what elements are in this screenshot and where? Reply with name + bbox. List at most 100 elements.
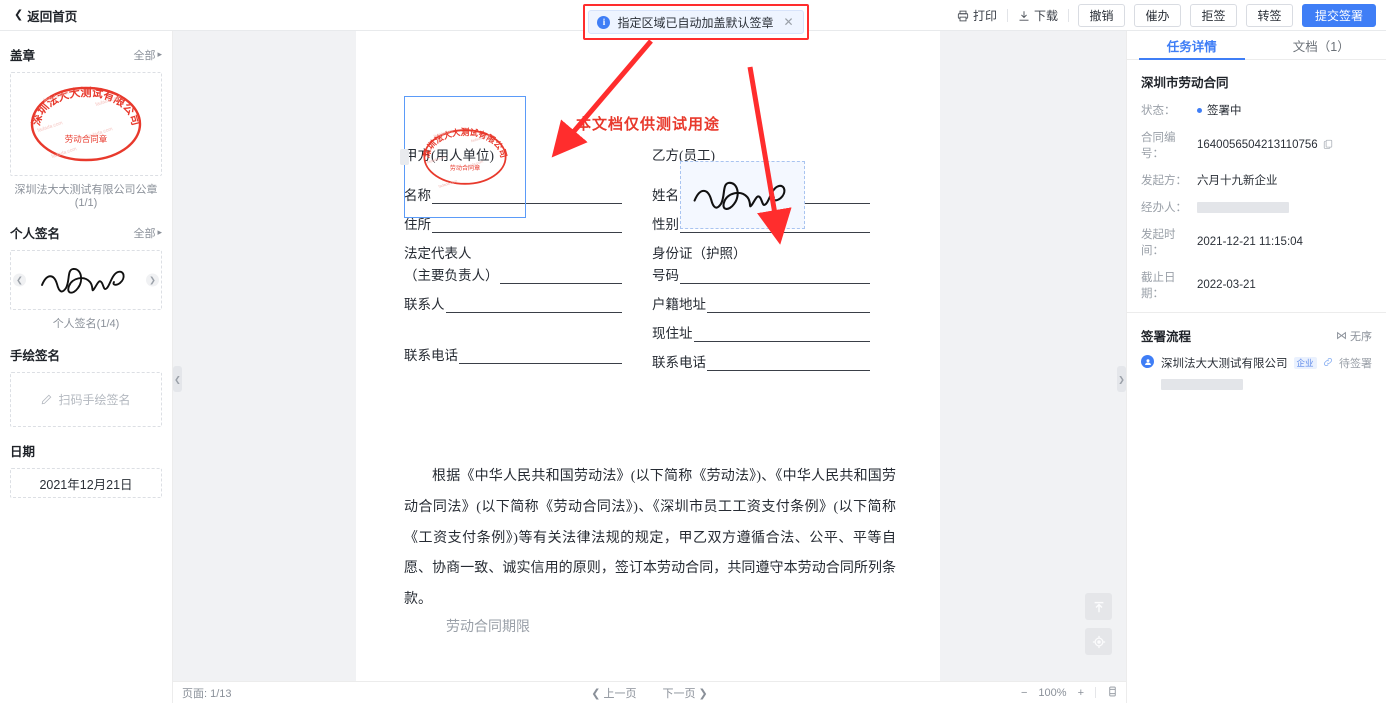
seal-view-all-link[interactable]: 全部 ▸ [133,47,162,63]
tab-task-detail[interactable]: 任务详情 [1127,31,1257,60]
date-section-title: 日期 [10,445,36,459]
detail-key: 状态： [1141,105,1176,117]
print-button[interactable]: 打印 [947,7,1007,24]
field-phone-b: 联系电话 [652,351,870,371]
download-icon [1018,10,1030,22]
signing-workspace: ❮ 返回首页 打印 下载 撤销 催办 拒签 转签 提交签署 i 指定区域已自动加… [0,0,1386,703]
zoom-out-button[interactable]: − [1021,687,1027,699]
stamp-sidebar: 盖章 全部 ▸ 深圳法大大测试有限公司 劳动合同章 fadada.com fad… [0,31,173,703]
seal-drop-zone[interactable]: 深圳法大大测试有限公司 劳动合同章 fadada.com fadada.com … [400,96,526,218]
field-idtype-b: 身份证（护照） [652,242,870,262]
redacted-block [1161,379,1243,390]
seal-section-header: 盖章 全部 ▸ [10,45,162,64]
signature-next-button[interactable]: ❯ [146,273,159,287]
signer-status: 待签署 [1339,358,1372,370]
copy-icon[interactable] [1323,139,1333,152]
submit-signature-button[interactable]: 提交签署 [1302,4,1376,27]
field-label: 现住址 [652,326,693,341]
field-underline [707,300,870,313]
redacted-block [1197,201,1289,213]
date-value-chip[interactable]: 2021年12月21日 [10,468,162,498]
signature-drop-zone[interactable] [680,161,805,229]
detail-row-operator: 经办人： [1141,199,1372,215]
reject-button[interactable]: 拒签 [1190,4,1237,27]
link-icon[interactable] [1323,354,1333,372]
collapse-left-handle[interactable]: ❮ [173,366,182,392]
deadline-value: 2022-03-21 [1197,279,1256,291]
zoom-in-button[interactable]: + [1078,687,1084,699]
svg-text:深圳法大大测试有限公司: 深圳法大大测试有限公司 [29,85,143,127]
detail-row-initiator: 发起方： 六月十九新企业 [1141,172,1372,188]
field-label: 姓名 [652,188,679,203]
start-time-value: 2021-12-21 11:15:04 [1197,236,1303,248]
party-a-column: 深圳法大大测试有限公司 劳动合同章 fadada.com fadada.com … [400,96,622,373]
signature-caption: 个人签名(1/4) [52,318,120,330]
signature-section-header: 个人签名 全部 ▸ [10,223,162,242]
scan-handdraw-signature-button[interactable]: 扫码手绘签名 [10,372,162,427]
urge-button[interactable]: 催办 [1134,4,1181,27]
close-icon[interactable]: ✕ [783,15,793,29]
chevron-right-icon: ▸ [157,49,162,59]
detail-key: 合同编号： [1141,132,1176,160]
download-button[interactable]: 下载 [1008,7,1068,24]
revoke-button[interactable]: 撤销 [1078,4,1125,27]
field-label: 法定代表人 [404,246,472,261]
contract-page: 本文档仅供测试用途 深圳法大大测试有限公司 劳动合同章 fadada.com f… [356,31,940,681]
field-label: 性别 [652,217,679,232]
signing-flow-header: 签署流程 ⋈ 无序 [1127,313,1386,354]
signer-name: 深圳法大大测试有限公司 [1161,358,1288,370]
seal-view-all-label: 全部 [133,49,156,62]
field-label: （主要负责人） [404,268,499,283]
next-page-label: 下一页 [662,687,696,700]
print-label: 打印 [972,9,997,23]
transfer-button[interactable]: 转签 [1246,4,1293,27]
contract-paragraph: 根据《中华人民共和国劳动法》(以下简称《劳动法》)、《中华人民共和国劳动合同法》… [404,469,896,608]
contract-title: 深圳市劳动合同 [1141,76,1229,90]
field-label: 联系人 [404,297,445,312]
floating-buttons [1085,593,1112,663]
chevron-left-icon: ❮ [14,8,24,21]
detail-row-start-time: 发起时间： 2021-12-21 11:15:04 [1141,226,1372,258]
detail-row-status: 状态： 签署中 [1141,102,1372,118]
next-page-button[interactable]: 下一页 ❯ [663,685,708,701]
signature-thumbnail[interactable]: ❮ ❯ [10,250,162,310]
signature-prev-button[interactable]: ❮ [13,273,26,287]
signing-order-label: 无序 [1350,330,1372,343]
field-registered-address-b: 户籍地址 [652,293,870,313]
placed-handwritten-signature [693,181,785,210]
avatar [1141,355,1154,368]
seal-drag-handle[interactable] [400,149,409,165]
field-current-address-b: 现住址 [652,322,870,342]
signing-flow-title: 签署流程 [1141,330,1192,344]
auto-seal-notice: i 指定区域已自动加盖默认签章 ✕ [588,10,804,34]
detail-panel-body: 深圳市劳动合同 状态： 签署中 合同编号： 164005650421311075… [1127,60,1386,301]
locate-signature-button[interactable] [1085,628,1112,655]
detail-key: 经办人： [1141,202,1187,214]
collapse-right-handle[interactable]: ❯ [1117,366,1126,392]
seal-thumbnail[interactable]: 深圳法大大测试有限公司 劳动合同章 fadada.com fadada.com … [10,72,162,176]
prev-page-label: 上一页 [603,687,637,700]
signer-secondary-line [1161,377,1339,395]
notice-highlight-box: i 指定区域已自动加盖默认签章 ✕ [583,4,809,40]
signing-flow-entry-line: 深圳法大大测试有限公司 企业 [1161,354,1339,372]
pencil-icon [41,394,52,405]
prev-page-button[interactable]: ❮ 上一页 [591,685,636,701]
page-indicator: 页面: 1/13 [182,687,232,700]
signature-view-all-link[interactable]: 全部 ▸ [133,225,162,241]
divider [1068,9,1069,22]
operator-value [1197,201,1289,213]
document-viewer: 本文档仅供测试用途 本文档仅供测试用途 深圳法大大测试有限 [173,31,1126,681]
field-underline [499,271,622,284]
zoom-level-label: 100% [1038,686,1067,699]
scroll-to-top-button[interactable] [1085,593,1112,620]
tab-documents[interactable]: 文档（1） [1257,31,1386,59]
unordered-icon: ⋈ [1336,330,1347,342]
back-home-button[interactable]: ❮ 返回首页 [14,6,77,25]
detail-key: 发起时间： [1141,229,1176,257]
handdraw-placeholder: 扫码手绘签名 [58,393,131,407]
page-navigation: ❮ 上一页 下一页 ❯ [591,685,708,701]
fit-width-icon[interactable] [1107,686,1118,700]
company-seal-graphic: 深圳法大大测试有限公司 劳动合同章 fadada.com fadada.com … [29,85,143,162]
notice-text: 指定区域已自动加盖默认签章 [617,15,774,30]
field-label: 联系电话 [404,348,458,363]
